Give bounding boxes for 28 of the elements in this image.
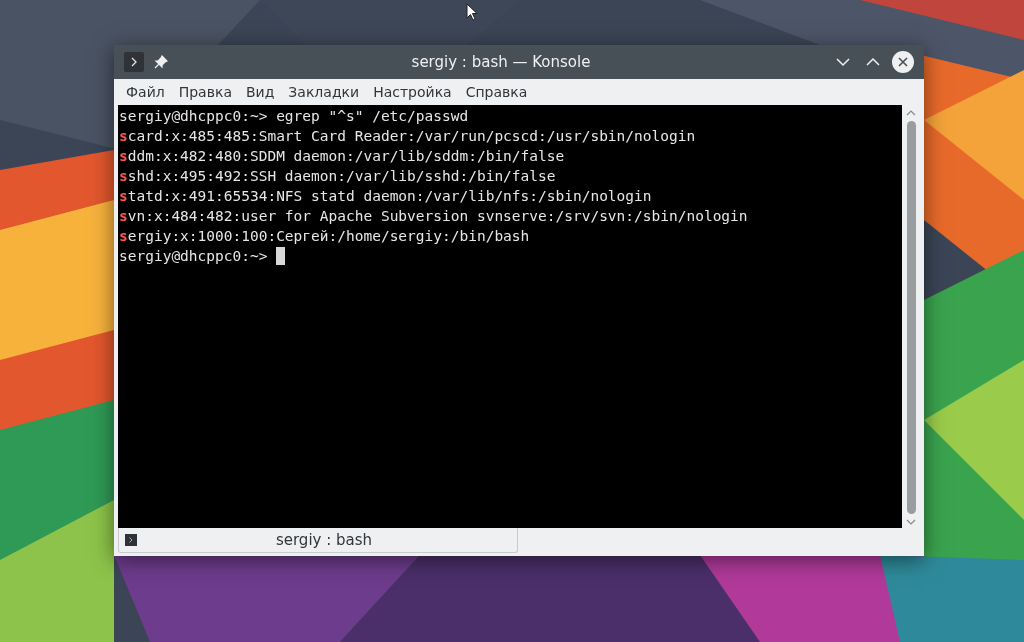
session-tab[interactable]: sergiy : bash [118, 528, 518, 553]
menu-item[interactable]: Файл [120, 81, 171, 103]
menu-item[interactable]: Закладки [282, 81, 366, 103]
terminal-area[interactable] [118, 105, 902, 528]
pin-icon[interactable] [152, 53, 170, 71]
scroll-up-icon[interactable] [906, 109, 916, 117]
menu-item[interactable]: Настройка [367, 81, 458, 103]
terminal-line: scard:x:485:485:Smart Card Reader:/var/run/pcscd:/usr/sbin/nologin [119, 128, 696, 144]
menu-item[interactable]: Вид [239, 81, 281, 103]
mouse-pointer-icon [466, 3, 478, 21]
terminal-line: sshd:x:495:492:SSH daemon:/var/lib/sshd:/bin/false [119, 168, 556, 184]
chevron-down-icon [836, 57, 850, 67]
terminal-line: svn:x:484:482:user for Apache Subversion svnserve:/srv/svn:/sbin/nologin [119, 208, 748, 224]
close-icon [897, 56, 909, 68]
scrollbar-handle[interactable] [906, 121, 916, 514]
window-title: sergiy : bash — Konsole [410, 51, 592, 73]
terminal-line: statd:x:491:65534:NFS statd daemon:/var/lib/nfs:/sbin/nologin [119, 188, 652, 204]
chevron-up-icon [866, 57, 880, 67]
terminal-line: sergiy:x:1000:100:Сергей:/home/sergiy:/bin/bash [119, 228, 530, 244]
terminal-icon[interactable] [124, 52, 144, 72]
terminal-line: sergiy@dhcppc0:~> egrep "^s" /etc/passwd [119, 107, 469, 126]
menu-item[interactable]: Справка [459, 81, 534, 103]
terminal-line: sergiy@dhcppc0:~> [119, 247, 269, 266]
terminal-icon [125, 534, 137, 546]
scroll-down-icon[interactable] [906, 518, 916, 526]
menu-item[interactable]: Правка [172, 81, 238, 103]
terminal-line: sddm:x:482:480:SDDM daemon:/var/lib/sddm:/bin/false [119, 148, 565, 164]
close-button[interactable] [892, 51, 914, 73]
